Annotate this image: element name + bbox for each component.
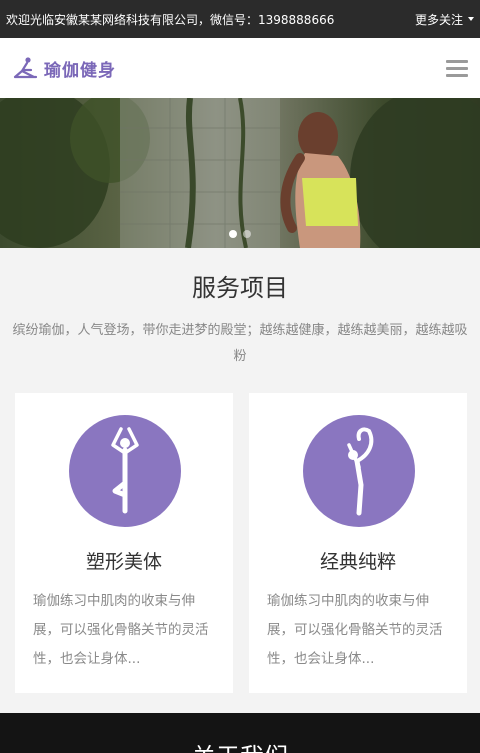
- service-card-desc: 瑜伽练习中肌肉的收束与伸展，可以强化骨骼关节的灵活性，也会让身体...: [33, 593, 209, 667]
- banner-dot-1[interactable]: [229, 230, 237, 238]
- site-header: 瑜伽健身: [0, 38, 480, 98]
- yoga-dancer-pose-icon: [303, 415, 415, 527]
- banner-pagination: [0, 230, 480, 238]
- service-card-title: 经典纯粹: [319, 551, 396, 573]
- service-card-desc: 瑜伽练习中肌肉的收束与伸展，可以强化骨骼关节的灵活性，也会让身体...: [267, 593, 443, 667]
- banner-dot-2[interactable]: [243, 230, 251, 238]
- hero-banner[interactable]: [0, 98, 480, 248]
- more-follow-dropdown[interactable]: 更多关注: [415, 11, 474, 28]
- service-card-2[interactable]: 经典纯粹 瑜伽练习中肌肉的收束与伸展，可以强化骨骼关节的灵活性，也会让身体...: [249, 393, 467, 693]
- about-section: 关于我们: [0, 713, 480, 753]
- about-title: 关于我们: [0, 737, 480, 753]
- welcome-text: 欢迎光临安徽某某网络科技有限公司，微信号：1398888666: [6, 12, 335, 27]
- hamburger-menu-icon[interactable]: [446, 59, 468, 77]
- yoga-pose-icon: [13, 57, 38, 79]
- more-follow-label: 更多关注: [414, 12, 463, 27]
- yoga-tree-pose-icon: [69, 415, 181, 527]
- top-bar: 欢迎光临安徽某某网络科技有限公司，微信号：1398888666 更多关注: [0, 0, 480, 38]
- logo-text: 瑜伽健身: [44, 60, 116, 81]
- banner-image: [0, 98, 480, 248]
- caret-down-icon: [468, 17, 474, 21]
- services-description: 缤纷瑜伽，人气登场，带你走进梦的殿堂；越练越健康，越练越美丽，越练越吸粉: [12, 323, 468, 364]
- services-title: 服务项目: [192, 274, 288, 302]
- service-card-1[interactable]: 塑形美体 瑜伽练习中肌肉的收束与伸展，可以强化骨骼关节的灵活性，也会让身体...: [15, 393, 233, 693]
- service-card-title: 塑形美体: [85, 551, 162, 573]
- logo[interactable]: 瑜伽健身: [12, 56, 116, 81]
